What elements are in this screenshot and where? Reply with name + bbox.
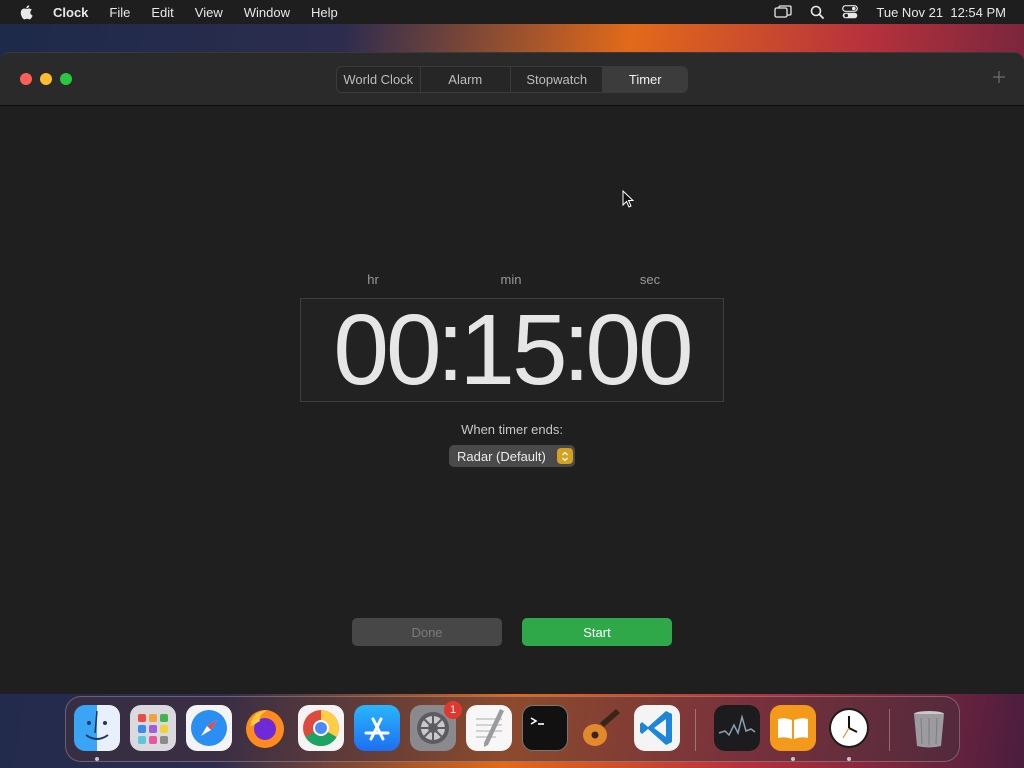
system-settings-icon[interactable]: 1 — [410, 701, 462, 751]
apple-menu-icon[interactable] — [19, 4, 33, 20]
timer-sound-value: Radar (Default) — [457, 448, 546, 464]
start-button[interactable]: Start — [522, 618, 672, 646]
menu-help[interactable]: Help — [311, 5, 338, 20]
hours-label: hr — [367, 272, 379, 287]
tab-alarm[interactable]: Alarm — [421, 67, 512, 92]
menu-app-name[interactable]: Clock — [53, 5, 88, 20]
menu-datetime[interactable]: Tue Nov 21 12:54 PM — [876, 5, 1006, 20]
minutes-label: min — [500, 272, 522, 287]
add-icon[interactable] — [992, 70, 1006, 84]
done-button[interactable]: Done — [352, 618, 502, 646]
dock: 1 — [65, 696, 960, 762]
time-separator: : — [562, 290, 591, 402]
clock-icon[interactable] — [826, 705, 872, 751]
dock-separator — [889, 709, 890, 751]
clock-window: World Clock Alarm Stopwatch Timer hr min… — [0, 52, 1024, 694]
hours-value[interactable]: 00 — [333, 300, 441, 400]
when-timer-ends-label: When timer ends: — [461, 422, 563, 437]
screen-mirroring-icon[interactable] — [774, 5, 793, 19]
safari-icon[interactable] — [186, 705, 232, 751]
spotlight-search-icon[interactable] — [810, 5, 825, 19]
menu-bar: Clock File Edit View Window Help Tue Nov… — [0, 0, 1024, 24]
vscode-icon[interactable] — [634, 705, 680, 751]
running-indicator — [95, 757, 99, 761]
books-icon[interactable] — [770, 705, 816, 751]
tab-timer[interactable]: Timer — [603, 67, 687, 92]
running-indicator — [847, 757, 851, 761]
chrome-icon[interactable] — [298, 705, 344, 751]
timer-sound-select[interactable]: Radar (Default) — [449, 445, 575, 467]
running-indicator — [791, 757, 795, 761]
timer-duration-display[interactable]: 00 : 15 : 00 — [300, 290, 724, 402]
tab-stopwatch[interactable]: Stopwatch — [511, 67, 604, 92]
finder-icon[interactable] — [74, 705, 120, 751]
time-separator: : — [436, 290, 465, 402]
stocks-icon[interactable] — [714, 705, 760, 751]
mouse-pointer-icon — [622, 190, 634, 208]
select-stepper-icon — [557, 448, 573, 464]
minutes-value[interactable]: 15 — [459, 300, 567, 400]
dock-separator — [695, 709, 696, 751]
launchpad-icon[interactable] — [130, 705, 176, 751]
notification-badge: 1 — [444, 701, 462, 719]
seconds-value[interactable]: 00 — [585, 300, 693, 400]
garageband-icon[interactable] — [578, 705, 624, 751]
seconds-label: sec — [639, 272, 661, 287]
textedit-icon[interactable] — [466, 705, 512, 751]
close-window-button[interactable] — [20, 73, 32, 85]
window-titlebar: World Clock Alarm Stopwatch Timer — [0, 53, 1024, 106]
menu-edit[interactable]: Edit — [151, 5, 173, 20]
terminal-icon[interactable] — [522, 705, 568, 751]
maximize-window-button[interactable] — [60, 73, 72, 85]
minimize-window-button[interactable] — [40, 73, 52, 85]
clock-tabs: World Clock Alarm Stopwatch Timer — [336, 66, 688, 93]
firefox-icon[interactable] — [242, 705, 288, 751]
menu-file[interactable]: File — [109, 5, 130, 20]
tab-world-clock[interactable]: World Clock — [337, 67, 421, 92]
menu-view[interactable]: View — [195, 5, 223, 20]
control-center-icon[interactable] — [842, 5, 859, 19]
app-store-icon[interactable] — [354, 705, 400, 751]
trash-icon[interactable] — [906, 705, 952, 751]
menu-window[interactable]: Window — [244, 5, 290, 20]
